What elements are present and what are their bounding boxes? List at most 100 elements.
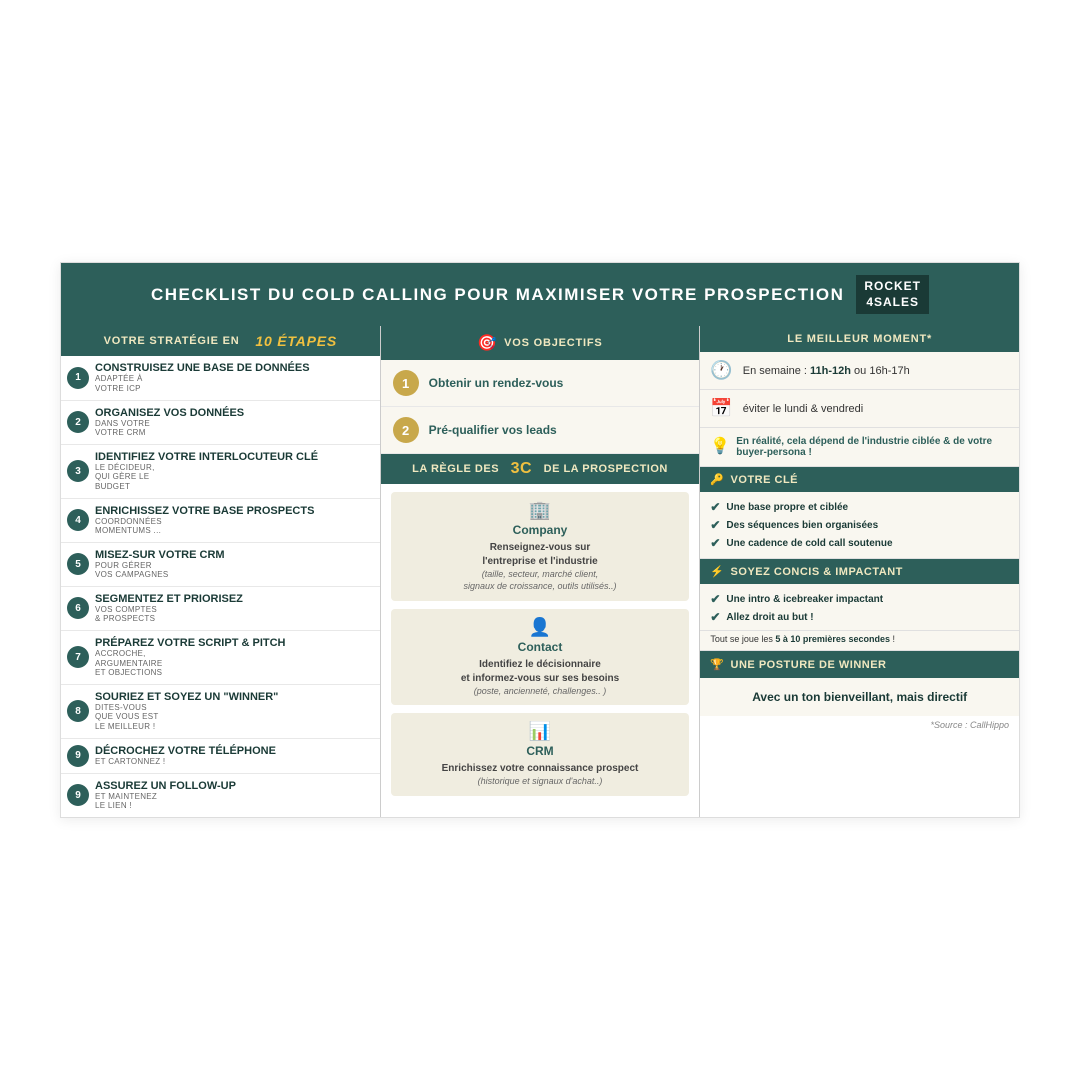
step-num: 9	[67, 745, 89, 767]
col-mid-header-text: VOS OBJECTIFS	[504, 337, 602, 349]
source-note: *Source : CallHippo	[700, 716, 1019, 734]
step-label: Organisez vos données	[95, 407, 372, 419]
col-mid: 🎯 VOS OBJECTIFS 1 Obtenir un rendez-vous…	[381, 326, 701, 816]
winner-section-header: 🏆 UNE POSTURE DE WINNER	[700, 651, 1019, 678]
logo-line2: 4SALES	[864, 295, 921, 311]
rule-card-title: CRM	[401, 744, 680, 758]
step-label: Enrichissez votre base prospects	[95, 505, 372, 517]
obj-num: 2	[393, 417, 419, 443]
step-item: 3 Identifiez votre interlocuteur clé LE …	[61, 445, 380, 499]
objective-item: 1 Obtenir un rendez-vous	[381, 360, 700, 407]
key-section-header: 🔑 VOTRE CLÉ	[700, 467, 1019, 492]
obj-text: Pré-qualifier vos leads	[429, 423, 557, 437]
rule-card-desc: Enrichissez votre connaissance prospect	[401, 762, 680, 776]
rule-card-icon: 👤	[401, 617, 680, 638]
col-left-header-highlight: 10 étapes	[255, 333, 337, 349]
step-main: Souriez et soyez un "winner" DITES-VOUSQ…	[95, 691, 372, 732]
key-item-text: Des séquences bien organisées	[726, 520, 878, 531]
rule-card-icon: 📊	[401, 721, 680, 742]
step-label: Préparez votre script & pitch	[95, 637, 372, 649]
check-icon: ✔	[710, 518, 720, 532]
rule-card-subdesc: (poste, ancienneté, challenges.. )	[401, 686, 680, 698]
key-list: ✔ Une base propre et ciblée ✔ Des séquences…	[700, 492, 1019, 559]
check-icon: ✔	[710, 592, 720, 606]
lightning-icon: ⚡	[710, 565, 724, 578]
rule-prefix: LA RÈGLE DES	[412, 463, 499, 475]
objectives-list: 1 Obtenir un rendez-vous 2 Pré-qualifier…	[381, 360, 700, 454]
timing-text: éviter le lundi & vendredi	[743, 403, 863, 415]
winner-body-text: Avec un ton bienveillant, mais directif	[752, 690, 967, 704]
step-sub: VOS COMPTES& PROSPECTS	[95, 605, 372, 624]
step-label: Construisez une base de données	[95, 362, 372, 374]
obj-text: Obtenir un rendez-vous	[429, 376, 564, 390]
rule-card-subdesc: (taille, secteur, marché client,signaux …	[401, 569, 680, 592]
timing-note: 💡 En réalité, cela dépend de l'industrie…	[700, 428, 1019, 467]
rule-card: 📊 CRM Enrichissez votre connaissance pro…	[391, 713, 690, 796]
key-item-text: Une cadence de cold call soutenue	[726, 538, 892, 549]
step-num: 8	[67, 700, 89, 722]
col-left-header: VOTRE STRATÉGIE EN 10 étapes	[61, 326, 380, 356]
col-right: LE MEILLEUR MOMENT* 🕐 En semaine : 11h-1…	[700, 326, 1019, 816]
col-right-header: LE MEILLEUR MOMENT*	[700, 326, 1019, 352]
step-item: 9 Décrochez votre téléphone ET CARTONNEZ…	[61, 739, 380, 774]
step-main: Identifiez votre interlocuteur clé LE DÉ…	[95, 451, 372, 492]
step-num: 3	[67, 460, 89, 482]
step-main: Assurez un follow-up ET MAINTENEZLE LIEN…	[95, 780, 372, 811]
check-icon: ✔	[710, 610, 720, 624]
step-item: 9 Assurez un follow-up ET MAINTENEZLE LI…	[61, 774, 380, 817]
winner-header-text: UNE POSTURE DE WINNER	[731, 659, 887, 671]
timing-item: 📅 éviter le lundi & vendredi	[700, 390, 1019, 428]
step-main: Enrichissez votre base prospects COORDON…	[95, 505, 372, 536]
step-main: Décrochez votre téléphone ET CARTONNEZ !	[95, 745, 372, 767]
logo-line1: ROCKET	[864, 279, 921, 295]
step-sub: LE DÉCIDEUR,QUI GÈRE LEBUDGET	[95, 463, 372, 492]
step-num: 7	[67, 646, 89, 668]
step-item: 5 Misez-sur votre CRM POUR GÉRERVOS CAMP…	[61, 543, 380, 587]
winner-body: Avec un ton bienveillant, mais directif	[700, 678, 1019, 716]
timing-item: 🕐 En semaine : 11h-12h ou 16h-17h	[700, 352, 1019, 390]
page-header: CHECKLIST DU COLD CALLING POUR MAXIMISER…	[61, 263, 1019, 326]
check-icon: ✔	[710, 536, 720, 550]
step-label: Segmentez et priorisez	[95, 593, 372, 605]
step-sub: POUR GÉRERVOS CAMPAGNES	[95, 561, 372, 580]
step-main: Construisez une base de données ADAPTÉE …	[95, 362, 372, 393]
main-card: CHECKLIST DU COLD CALLING POUR MAXIMISER…	[60, 262, 1020, 818]
step-sub: ET CARTONNEZ !	[95, 757, 372, 767]
key-item-text: Une base propre et ciblée	[726, 502, 848, 513]
step-label: Identifiez votre interlocuteur clé	[95, 451, 372, 463]
concis-note: Tout se joue les 5 à 10 premières second…	[700, 631, 1019, 651]
columns: VOTRE STRATÉGIE EN 10 étapes 1 Construis…	[61, 326, 1019, 816]
step-label: Souriez et soyez un "winner"	[95, 691, 372, 703]
rule-card: 👤 Contact Identifiez le décisionnaireet …	[391, 609, 690, 706]
rule-card-desc: Renseignez-vous surl'entreprise et l'ind…	[401, 541, 680, 569]
key-header-text: VOTRE CLÉ	[731, 474, 798, 486]
col-mid-header: 🎯 VOS OBJECTIFS	[381, 326, 700, 360]
step-main: Misez-sur votre CRM POUR GÉRERVOS CAMPAG…	[95, 549, 372, 580]
concis-item-text: Allez droit au but !	[726, 612, 813, 623]
step-label: Assurez un follow-up	[95, 780, 372, 792]
step-num: 2	[67, 411, 89, 433]
key-item: ✔ Une base propre et ciblée	[710, 498, 1009, 516]
rule-card: 🏢 Company Renseignez-vous surl'entrepris…	[391, 492, 690, 600]
step-sub: COORDONNÉESMOMENTUMS ...	[95, 517, 372, 536]
rule-suffix: DE LA PROSPECTION	[544, 463, 668, 475]
step-num: 4	[67, 509, 89, 531]
objective-item: 2 Pré-qualifier vos leads	[381, 407, 700, 454]
timing-icon: 🕐	[710, 360, 732, 381]
obj-num: 1	[393, 370, 419, 396]
step-label: Décrochez votre téléphone	[95, 745, 372, 757]
step-sub: DANS VOTREVOTRE CRM	[95, 419, 372, 438]
col-left: VOTRE STRATÉGIE EN 10 étapes 1 Construis…	[61, 326, 381, 816]
rule-header: LA RÈGLE DES 3C DE LA PROSPECTION	[381, 454, 700, 484]
timing-icon: 📅	[710, 398, 732, 419]
step-sub: ET MAINTENEZLE LIEN !	[95, 792, 372, 811]
concis-item-text: Une intro & icebreaker impactant	[726, 594, 883, 605]
check-icon: ✔	[710, 500, 720, 514]
step-item: 4 Enrichissez votre base prospects COORD…	[61, 499, 380, 543]
rule-card-desc: Identifiez le décisionnaireet informez-v…	[401, 658, 680, 686]
step-item: 6 Segmentez et priorisez VOS COMPTES& PR…	[61, 587, 380, 631]
step-num: 6	[67, 597, 89, 619]
step-item: 7 Préparez votre script & pitch ACCROCHE…	[61, 631, 380, 685]
step-main: Segmentez et priorisez VOS COMPTES& PROS…	[95, 593, 372, 624]
rule-card-subdesc: (historique et signaux d'achat..)	[401, 776, 680, 788]
